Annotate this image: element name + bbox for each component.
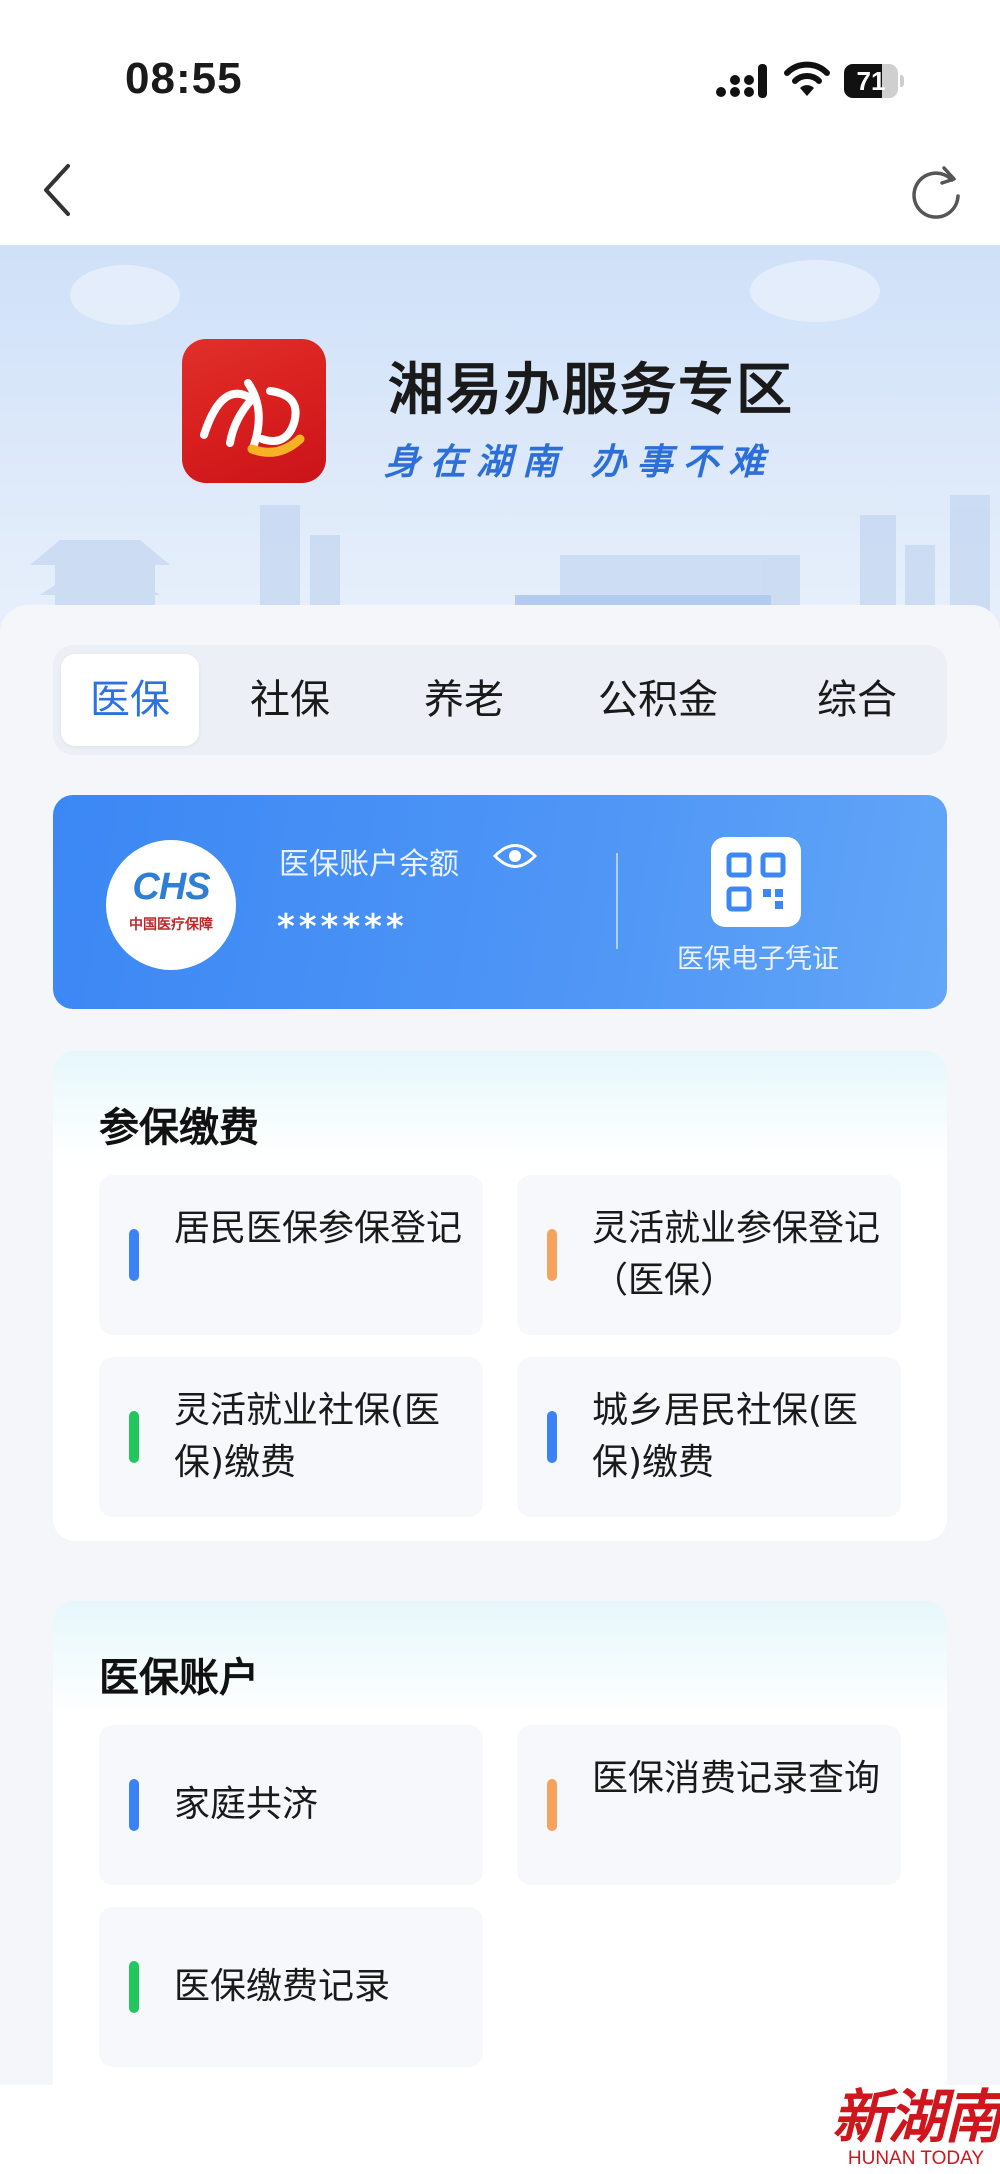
- section-enrollment-payment: 参保缴费 居民医保参保登记 灵活就业参保登记（医保） 灵活就业社保(医保)缴费 …: [53, 1051, 947, 1541]
- item-label: 灵活就业社保(医保)缴费: [174, 1390, 441, 1483]
- item-accent-bar: [547, 1229, 557, 1281]
- qr-code-button[interactable]: [711, 837, 801, 927]
- chevron-left-icon[interactable]: [40, 160, 80, 220]
- item-accent-bar: [129, 1779, 139, 1831]
- section-medical-account: 医保账户 家庭共济 医保消费记录查询 医保缴费记录: [53, 1601, 947, 2121]
- service-item[interactable]: 居民医保参保登记: [99, 1175, 483, 1335]
- item-accent-bar: [129, 1411, 139, 1463]
- banner-title: 湘易办服务专区: [388, 358, 794, 423]
- cellular-signal-icon: [716, 64, 767, 98]
- qr-label[interactable]: 医保电子凭证: [658, 937, 858, 976]
- balance-label: 医保账户余额: [279, 847, 459, 882]
- service-item[interactable]: 家庭共济: [99, 1725, 483, 1885]
- battery-icon: 71: [844, 64, 904, 98]
- service-item[interactable]: 城乡居民社保(医保)缴费: [517, 1357, 901, 1517]
- status-bar: 08:55 71: [0, 0, 1000, 150]
- item-accent-bar: [129, 1229, 139, 1281]
- item-label: 城乡居民社保(医保)缴费: [592, 1390, 859, 1483]
- tab-medical-insurance[interactable]: 医保: [61, 654, 199, 746]
- item-accent-bar: [547, 1779, 557, 1831]
- section-title: 参保缴费: [99, 1105, 259, 1151]
- service-item[interactable]: 医保缴费记录: [99, 1907, 483, 2067]
- card-divider: [616, 853, 618, 949]
- tab-comprehensive[interactable]: 综合: [788, 654, 926, 746]
- tab-pension[interactable]: 养老: [395, 654, 533, 746]
- balance-value: ******: [277, 907, 408, 947]
- status-time: 08:55: [125, 54, 243, 103]
- battery-level: 71: [856, 66, 886, 96]
- category-tabs: 医保 社保 养老 公积金 综合: [53, 645, 947, 755]
- nav-bar: [0, 150, 1000, 245]
- wifi-icon: [784, 61, 830, 96]
- tab-social-insurance[interactable]: 社保: [221, 654, 359, 746]
- item-accent-bar: [129, 1961, 139, 2013]
- watermark-logo: 新湖南 HUNAN TODAY: [832, 2083, 1000, 2169]
- service-item[interactable]: 灵活就业参保登记（医保）: [517, 1175, 901, 1335]
- item-label: 家庭共济: [174, 1784, 319, 1825]
- item-label: 灵活就业参保登记（医保）: [592, 1208, 881, 1301]
- service-item[interactable]: 医保消费记录查询: [517, 1725, 901, 1885]
- eye-icon[interactable]: [493, 841, 537, 871]
- main-sheet: 医保 社保 养老 公积金 综合 CHS 中国医疗保障 医保账户余额 ******: [0, 605, 1000, 2121]
- tab-housing-fund[interactable]: 公积金: [573, 654, 743, 746]
- chs-logo: CHS 中国医疗保障: [106, 840, 236, 970]
- service-item[interactable]: 灵活就业社保(医保)缴费: [99, 1357, 483, 1517]
- section-title: 医保账户: [99, 1655, 259, 1701]
- app-logo: [182, 339, 326, 483]
- item-label: 居民医保参保登记: [174, 1208, 463, 1249]
- refresh-icon[interactable]: [908, 160, 964, 220]
- qr-code-icon: [726, 852, 786, 912]
- account-card: CHS 中国医疗保障 医保账户余额 ****** 医保电子凭证: [53, 795, 947, 1009]
- banner-slogan: 身在湖南 办事不难: [384, 441, 775, 483]
- item-accent-bar: [547, 1411, 557, 1463]
- banner: 湘易办服务专区 身在湖南 办事不难: [0, 245, 1000, 645]
- item-label: 医保缴费记录: [174, 1966, 391, 2007]
- item-label: 医保消费记录查询: [592, 1758, 881, 1799]
